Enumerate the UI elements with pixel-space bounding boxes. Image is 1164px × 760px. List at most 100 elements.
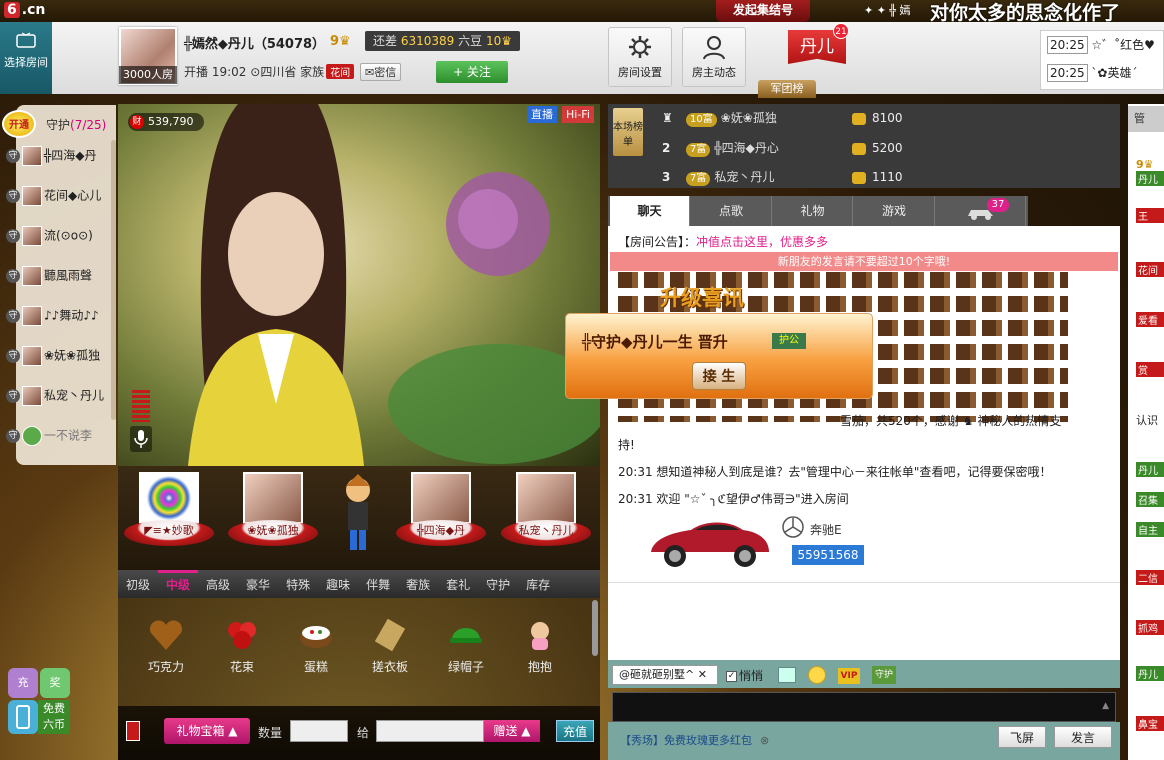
image-icon[interactable] xyxy=(778,667,796,683)
accept-button[interactable]: 接 生 xyxy=(692,362,746,390)
tab-cars[interactable] xyxy=(936,196,1026,226)
audience-row[interactable]: 9♛ 丹儿 xyxy=(1136,158,1164,188)
quantity-input[interactable] xyxy=(290,720,348,742)
select-room-button[interactable]: 选择房间 xyxy=(0,22,52,94)
audience-row[interactable]: 抓鸡 xyxy=(1136,620,1164,650)
promo-link[interactable]: 【秀场】免费玫瑰更多红包 ⊗ xyxy=(620,732,769,748)
audience-row[interactable]: 赏 xyxy=(1136,362,1164,392)
gift-cake[interactable]: 蛋糕 xyxy=(286,618,346,675)
cartoon-avatar[interactable] xyxy=(340,474,376,554)
seat[interactable]: ❀妩❀孤独 xyxy=(228,472,318,558)
tab-gift-category[interactable]: 豪华 xyxy=(238,571,278,599)
host-news-button[interactable]: 房主动态 xyxy=(682,27,746,87)
tab-gift-category[interactable]: 库存 xyxy=(518,571,558,599)
send-button[interactable]: 发言 xyxy=(1054,726,1112,748)
guard-row[interactable]: 守 ♪♪舞动♪♪ xyxy=(6,306,114,344)
chat-recipient-select[interactable]: @砸就砸别墅^ ✕ xyxy=(612,665,718,685)
tab-gifts[interactable]: 礼物 xyxy=(773,196,853,226)
award-icon[interactable]: 奖 xyxy=(40,668,70,698)
seat[interactable]: ╬四海◆丹 xyxy=(396,472,486,558)
rank-row[interactable]: 3 7富 私宠丶丹儿 1110 xyxy=(662,163,1102,191)
audience-row[interactable]: 鼻宝 xyxy=(1136,716,1164,746)
audience-row[interactable]: 丹儿 xyxy=(1136,462,1164,492)
family-tag[interactable]: 花间 xyxy=(326,64,355,79)
guard-row[interactable]: 守 ❀妩❀孤独 xyxy=(6,346,114,384)
user-mini-menu[interactable]: ✦ ✦ ╬ 嫣 xyxy=(864,2,911,18)
live-tag[interactable]: 直播 xyxy=(527,106,557,123)
emoji-icon[interactable] xyxy=(808,666,826,684)
cake-icon xyxy=(300,626,332,648)
rally-button[interactable]: 发起集结号 xyxy=(716,0,810,22)
audience-row[interactable]: 召集 xyxy=(1136,492,1164,522)
tab-gift-category[interactable]: 中级 xyxy=(158,570,199,598)
guard-emote-icon[interactable]: 守护 xyxy=(872,666,896,684)
site-logo[interactable]: 6 .cn xyxy=(0,0,60,22)
car-owner-id[interactable]: 55951568 xyxy=(792,545,864,565)
tab-games[interactable]: 游戏 xyxy=(854,196,935,226)
anchor-name[interactable]: ╬嫣然◆丹儿（54078） xyxy=(184,33,325,52)
vip-icon[interactable]: VIP xyxy=(838,668,860,684)
gift-scrollbar[interactable] xyxy=(592,600,598,656)
gift-hug[interactable]: 抱抱 xyxy=(510,618,570,675)
guard-scrollbar[interactable] xyxy=(111,140,116,420)
tab-gift-category[interactable]: 初级 xyxy=(118,571,158,599)
fly-screen-button[interactable]: 飞屏 xyxy=(998,726,1046,748)
seat-name: ╬四海◆丹 xyxy=(396,520,486,546)
guard-row[interactable]: 守一不说李 xyxy=(6,426,114,464)
gift-chocolate[interactable]: 巧克力 xyxy=(136,618,196,675)
microphone-button[interactable] xyxy=(130,426,152,452)
audience-row[interactable]: 王 xyxy=(1136,208,1164,238)
army-rank-tab[interactable]: 军团榜 xyxy=(758,80,816,98)
seat[interactable]: ◤≡★妙歌 xyxy=(124,472,214,558)
charge-icon[interactable]: 充 xyxy=(8,668,38,698)
audience-row[interactable]: 花间 xyxy=(1136,262,1164,292)
audience-row[interactable]: 爱看 xyxy=(1136,312,1164,342)
follow-button[interactable]: + 关注 xyxy=(436,61,508,83)
announcement-link[interactable]: 冲值点击这里，优惠多多 xyxy=(696,235,828,249)
free-coins-button[interactable]: 免费 六币 xyxy=(38,700,70,734)
tab-management[interactable]: 管 xyxy=(1128,106,1164,132)
red-envelope-icon[interactable] xyxy=(126,721,140,741)
guard-row[interactable]: 守聽風雨聲 xyxy=(6,266,114,304)
gift-green-hat[interactable]: 绿帽子 xyxy=(436,618,496,675)
recipient-select[interactable] xyxy=(376,720,484,742)
guard-row[interactable]: 守 ╬四海◆丹 xyxy=(6,146,114,184)
guard-row[interactable]: 守花间◆心儿 xyxy=(6,186,114,224)
recharge-button[interactable]: 充值 xyxy=(556,720,594,742)
tab-song-request[interactable]: 点歌 xyxy=(691,196,772,226)
tab-gift-category[interactable]: 趣味 xyxy=(318,571,358,599)
hifi-tag[interactable]: Hi-Fi xyxy=(562,106,594,123)
chat-input[interactable]: ▲ xyxy=(612,692,1116,722)
rank-row[interactable]: ♜ 10富 ❀妩❀孤独 8100 xyxy=(662,104,1102,132)
phone-icon[interactable] xyxy=(8,700,38,734)
tab-gift-category[interactable]: 奢族 xyxy=(398,571,438,599)
audience-row[interactable]: 二信 xyxy=(1136,570,1164,600)
private-message-button[interactable]: ✉密信 xyxy=(360,63,402,81)
rank-row[interactable]: 2 7富 ╬四海◆丹心 5200 xyxy=(662,134,1102,162)
give-gift-button[interactable]: 赠送 ▲ xyxy=(484,720,540,742)
whisper-checkbox[interactable]: ✓ 悄悄 xyxy=(726,667,763,684)
tab-gift-category[interactable]: 守护 xyxy=(478,571,518,599)
seat[interactable]: 私宠丶丹儿 xyxy=(501,472,591,558)
gift-box-button[interactable]: 礼物宝箱 ▲ xyxy=(164,718,250,744)
guard-row[interactable]: 守私宠丶丹儿 xyxy=(6,386,114,424)
anchor-info-row: 开播 19:02 ⊙四川省 家族 花间 ✉密信 xyxy=(184,63,402,81)
tab-gift-category[interactable]: 特殊 xyxy=(278,571,318,599)
tab-gift-category[interactable]: 高级 xyxy=(198,571,238,599)
gift-bouquet[interactable]: 花束 xyxy=(212,618,272,675)
gift-washboard[interactable]: 搓衣板 xyxy=(360,618,420,675)
tab-chat[interactable]: 聊天 xyxy=(610,196,690,226)
audience-row[interactable]: 认识 xyxy=(1136,412,1164,442)
audience-row[interactable]: 自主 xyxy=(1136,522,1164,552)
tab-gift-category[interactable]: 伴舞 xyxy=(358,571,398,599)
anchor-level-badge: 9♛ xyxy=(330,34,351,49)
tab-gift-category[interactable]: 套礼 xyxy=(438,571,478,599)
chat-divider[interactable] xyxy=(608,582,1120,583)
audience-row[interactable]: 丹儿 xyxy=(1136,666,1164,696)
open-guard-button[interactable]: 开通 xyxy=(2,110,36,138)
video-stream[interactable] xyxy=(118,104,600,466)
close-icon[interactable]: ⊗ xyxy=(760,734,769,747)
seat-avatar xyxy=(411,472,471,524)
guard-row[interactable]: 守流(⊙o⊙) xyxy=(6,226,114,264)
room-settings-button[interactable]: 房间设置 xyxy=(608,27,672,87)
